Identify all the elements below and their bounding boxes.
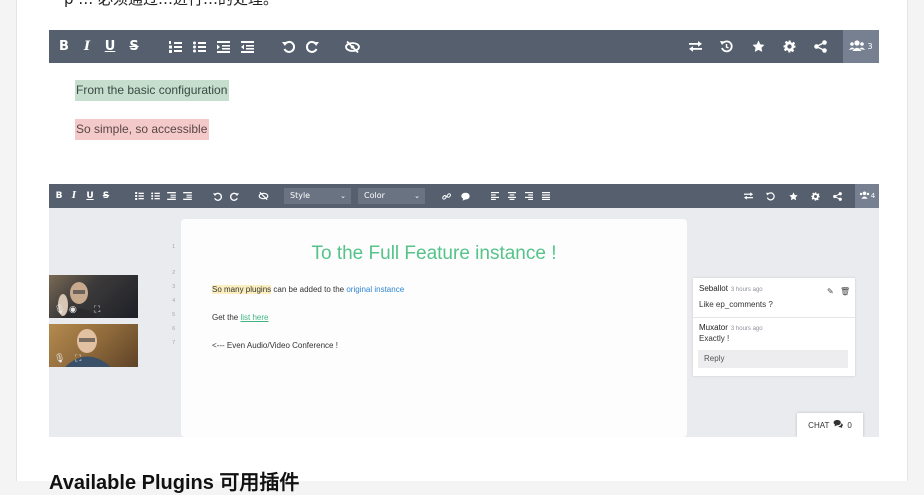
strikethrough-button[interactable]: S bbox=[99, 184, 113, 208]
fullscreen-icon[interactable]: ⛶ bbox=[75, 354, 81, 364]
history-icon[interactable] bbox=[715, 30, 737, 63]
line-number: 4 bbox=[172, 298, 175, 304]
divider bbox=[693, 317, 855, 318]
users-icon bbox=[859, 191, 870, 201]
indent-icon[interactable] bbox=[212, 30, 234, 63]
chat-icon bbox=[833, 420, 844, 430]
editor-line-1[interactable]: From the basic configuration bbox=[75, 80, 230, 101]
share-icon[interactable] bbox=[830, 184, 844, 208]
undo-icon[interactable] bbox=[210, 184, 224, 208]
comment-icon[interactable] bbox=[458, 184, 472, 208]
editor-toolbar: B I U S 3 bbox=[49, 30, 879, 63]
full-editor-toolbar: B I U S Style ⌄ Color ⌄ 4 bbox=[49, 184, 879, 208]
style-select-label: Style bbox=[290, 191, 311, 200]
outdent-icon[interactable] bbox=[180, 184, 194, 208]
pad-title: To the Full Feature instance ! bbox=[311, 243, 557, 264]
video-tile-2[interactable]: 🎙 ⛶ bbox=[49, 324, 138, 367]
eye-slash-icon[interactable] bbox=[256, 184, 270, 208]
style-select[interactable]: Style ⌄ bbox=[284, 188, 351, 204]
align-right-icon[interactable] bbox=[522, 184, 536, 208]
trash-icon[interactable]: 🗑 bbox=[840, 287, 850, 296]
eye-slash-icon[interactable] bbox=[341, 30, 363, 63]
users-button[interactable]: 4 bbox=[855, 184, 879, 208]
plugins-highlight: So many plugins bbox=[212, 285, 272, 294]
cut-off-text: p … 必须通过…进行…的处理。 bbox=[64, 0, 278, 9]
history-icon[interactable] bbox=[763, 184, 777, 208]
comment-author: Muxator 3 hours ago bbox=[699, 323, 763, 332]
swap-icon[interactable] bbox=[684, 30, 706, 63]
comment-text: Exactly ! bbox=[699, 334, 730, 343]
bullet-list-icon[interactable] bbox=[148, 184, 162, 208]
pad-document[interactable]: To the Full Feature instance ! So many p… bbox=[181, 219, 687, 437]
fullscreen-icon[interactable]: ⛶ bbox=[94, 305, 100, 315]
comments-panel: Seballot 3 hours ago ✎ 🗑 Like ep_comments… bbox=[693, 278, 855, 376]
link-icon[interactable] bbox=[439, 184, 453, 208]
color-select-label: Color bbox=[364, 191, 385, 200]
line-number: 3 bbox=[172, 284, 175, 290]
line-number: 6 bbox=[172, 326, 175, 332]
underline-button[interactable]: U bbox=[99, 30, 121, 63]
users-icon bbox=[849, 39, 866, 54]
star-icon[interactable] bbox=[786, 184, 800, 208]
indent-icon[interactable] bbox=[164, 184, 178, 208]
gear-icon[interactable] bbox=[808, 184, 822, 208]
chevron-down-icon: ⌄ bbox=[414, 192, 420, 200]
ordered-list-icon[interactable] bbox=[132, 184, 146, 208]
comment-author: Seballot 3 hours ago bbox=[699, 284, 763, 293]
full-feature-preview: B I U S Style ⌄ Color ⌄ 4 1 2 3 4 5 6 7 bbox=[49, 184, 879, 437]
get-the-text: Get the bbox=[212, 313, 241, 322]
bullet-list-icon[interactable] bbox=[188, 30, 210, 63]
reply-input[interactable]: Reply bbox=[698, 350, 848, 368]
video-tile-1[interactable]: 🎙 ◉ ⛶ bbox=[49, 275, 138, 318]
microphone-icon[interactable]: 🎙 bbox=[54, 354, 65, 364]
line-number: 5 bbox=[172, 312, 175, 318]
video-icon[interactable]: ◉ bbox=[69, 305, 77, 315]
comment-text: Like ep_comments ? bbox=[699, 300, 773, 309]
italic-button[interactable]: I bbox=[76, 30, 98, 63]
users-count: 4 bbox=[870, 192, 876, 200]
underline-button[interactable]: U bbox=[83, 184, 97, 208]
users-button[interactable]: 3 bbox=[843, 30, 879, 63]
chat-button[interactable]: CHAT 0 bbox=[797, 413, 863, 437]
star-icon[interactable] bbox=[747, 30, 769, 63]
ordered-list-icon[interactable] bbox=[164, 30, 186, 63]
color-select[interactable]: Color ⌄ bbox=[358, 188, 425, 204]
plugins-text: can be added to the bbox=[271, 285, 347, 294]
chevron-down-icon: ⌄ bbox=[340, 192, 346, 200]
pad-line-list: Get the list here bbox=[212, 313, 268, 322]
redo-icon[interactable] bbox=[227, 184, 241, 208]
swap-icon[interactable] bbox=[741, 184, 755, 208]
align-center-icon[interactable] bbox=[505, 184, 519, 208]
undo-icon[interactable] bbox=[277, 30, 299, 63]
microphone-icon[interactable]: 🎙 bbox=[54, 305, 65, 315]
strikethrough-button[interactable]: S bbox=[123, 30, 145, 63]
users-count: 3 bbox=[867, 42, 873, 51]
pad-line-audio: <--- Even Audio/Video Conference ! bbox=[212, 341, 338, 350]
outdent-icon[interactable] bbox=[236, 30, 258, 63]
align-justify-icon[interactable] bbox=[539, 184, 553, 208]
bold-button[interactable]: B bbox=[53, 30, 75, 63]
line-number: 2 bbox=[172, 270, 175, 276]
editor-line-2[interactable]: So simple, so accessible bbox=[75, 119, 210, 140]
original-instance-link[interactable]: original instance bbox=[346, 285, 404, 294]
comment-time: 3 hours ago bbox=[730, 287, 763, 293]
redo-icon[interactable] bbox=[301, 30, 323, 63]
pad-line-plugins: So many plugins can be added to the orig… bbox=[212, 285, 404, 294]
comment-time: 3 hours ago bbox=[730, 326, 763, 332]
line-number: 1 bbox=[172, 244, 175, 250]
edit-icon[interactable]: ✎ bbox=[827, 287, 834, 296]
chat-count: 0 bbox=[847, 420, 852, 430]
chat-label: CHAT bbox=[808, 420, 830, 430]
line-number: 7 bbox=[172, 340, 175, 346]
align-left-icon[interactable] bbox=[488, 184, 502, 208]
list-here-link[interactable]: list here bbox=[240, 313, 268, 322]
bold-button[interactable]: B bbox=[52, 184, 66, 208]
italic-button[interactable]: I bbox=[67, 184, 81, 208]
share-icon[interactable] bbox=[809, 30, 831, 63]
gear-icon[interactable] bbox=[778, 30, 800, 63]
